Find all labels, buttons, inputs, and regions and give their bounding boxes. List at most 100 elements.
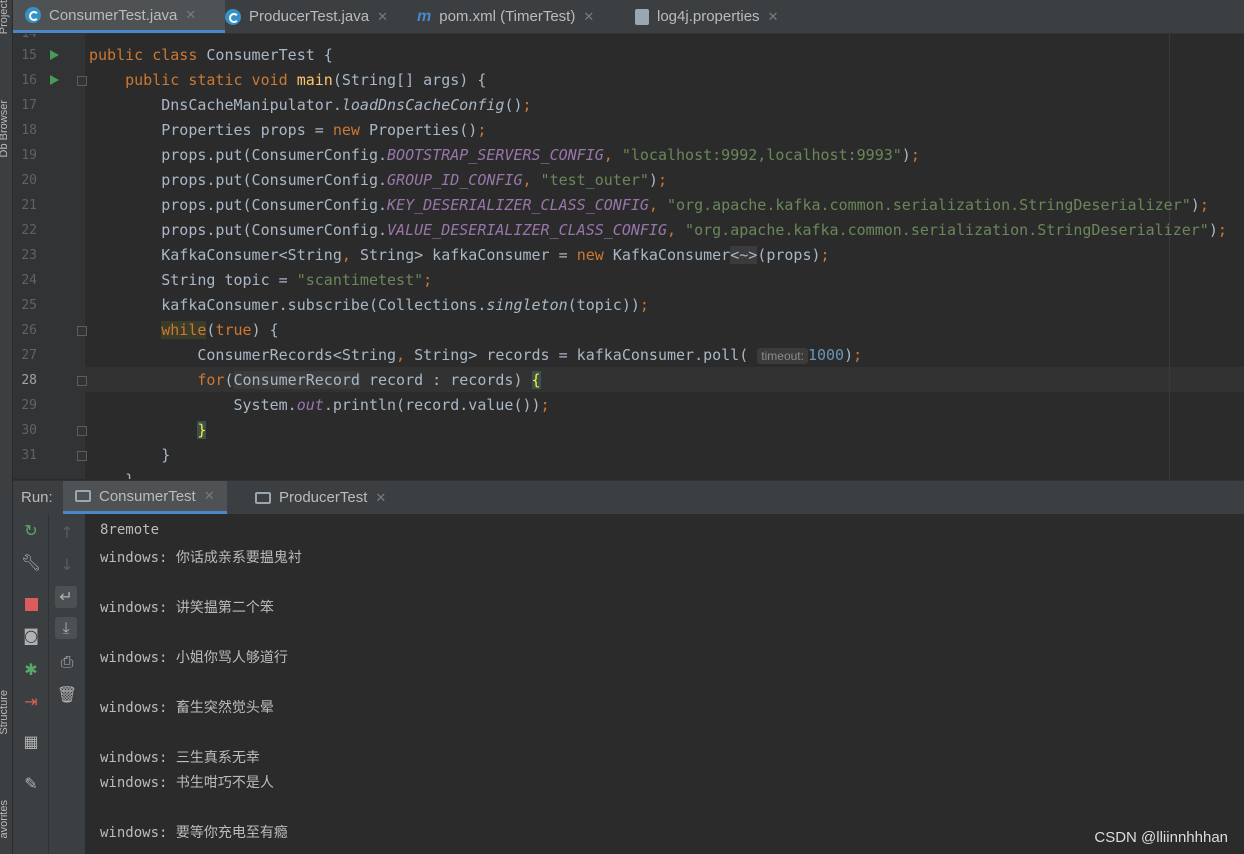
- code-line: props.put(ConsumerConfig.KEY_DESERIALIZE…: [89, 196, 1209, 214]
- scroll-to-end-icon[interactable]: ⤓: [55, 617, 77, 639]
- tab-label: ConsumerTest.java: [49, 6, 178, 24]
- right-margin-guide: [1169, 34, 1170, 479]
- trash-icon[interactable]: 🗑︎: [56, 684, 78, 706]
- console-line: windows: 书生咁巧不是人: [100, 775, 274, 791]
- tab-producertest[interactable]: ProducerTest.java ✕: [225, 0, 388, 33]
- wrench-icon[interactable]: 🔧︎: [20, 552, 42, 574]
- line-number: 27: [21, 348, 37, 363]
- close-icon[interactable]: ✕: [204, 488, 215, 504]
- line-number: 19: [21, 148, 37, 163]
- code-line: DnsCacheManipulator.loadDnsCacheConfig()…: [89, 96, 532, 114]
- close-icon[interactable]: ✕: [583, 9, 594, 25]
- close-icon[interactable]: ✕: [768, 9, 779, 25]
- run-tab-producertest[interactable]: ProducerTest ✕: [255, 481, 386, 514]
- line-number: 14: [13, 34, 37, 41]
- line-number: 30: [21, 423, 37, 438]
- line-number: 20: [21, 173, 37, 188]
- fold-icon[interactable]: [77, 376, 87, 386]
- console-line: windows: 讲笑揾第二个笨: [100, 600, 274, 616]
- line-number: 25: [21, 298, 37, 313]
- code-line: kafkaConsumer.subscribe(Collections.sing…: [89, 296, 649, 314]
- line-number: 15: [21, 48, 37, 63]
- console-line: windows: 要等你充电至有瘾: [100, 825, 288, 841]
- favorites-tool-window-button[interactable]: avorites: [0, 800, 12, 839]
- run-class-icon[interactable]: [50, 50, 59, 60]
- code-line: for(ConsumerRecord record : records) {: [197, 371, 541, 389]
- run-panel-title: Run:: [21, 489, 53, 506]
- soft-wrap-icon[interactable]: ↵: [55, 586, 77, 608]
- line-number: 31: [21, 448, 37, 463]
- run-toolbar-primary: ↻ 🔧︎ ◙ ✱ ⇥ ▦ ✎: [13, 514, 49, 854]
- console-line: windows: 三生真系无幸: [100, 750, 260, 766]
- java-class-icon: [25, 7, 41, 23]
- code-line: }: [89, 446, 171, 464]
- rerun-icon[interactable]: ↻: [20, 520, 42, 542]
- maven-icon: m: [417, 7, 432, 25]
- layout-icon[interactable]: ▦: [20, 731, 42, 753]
- fold-icon[interactable]: [77, 426, 87, 436]
- code-line: }: [89, 468, 134, 479]
- code-line: String topic = "scantimetest";: [89, 271, 433, 289]
- close-icon[interactable]: ✕: [375, 490, 386, 506]
- close-icon[interactable]: ✕: [377, 9, 388, 25]
- fold-icon[interactable]: [77, 451, 87, 461]
- tab-pom-xml[interactable]: m pom.xml (TimerTest) ✕: [417, 0, 594, 33]
- tab-consumertest[interactable]: ConsumerTest.java ✕: [13, 0, 225, 33]
- code-editor[interactable]: 14 15 16 17 18 19 20 21 22 23 24 25 26 2…: [13, 34, 1244, 479]
- stop-icon[interactable]: [20, 593, 42, 615]
- line-number: 23: [21, 248, 37, 263]
- tab-label: pom.xml (TimerTest): [439, 8, 576, 25]
- camera-icon[interactable]: ◙: [20, 625, 42, 647]
- run-toolbar-secondary: ↑ ↓ ↵ ⤓ ⎙ 🗑︎: [49, 514, 85, 854]
- structure-tool-window-button[interactable]: Structure: [0, 690, 12, 735]
- code-line: props.put(ConsumerConfig.GROUP_ID_CONFIG…: [89, 171, 667, 189]
- console-line: windows: 小姐你骂人够道行: [100, 650, 288, 666]
- db-browser-tool-window-button[interactable]: Db Browser: [0, 100, 12, 157]
- line-number-current: 28: [21, 373, 37, 388]
- code-line: props.put(ConsumerConfig.BOOTSTRAP_SERVE…: [89, 146, 920, 164]
- run-tab-consumertest[interactable]: ConsumerTest ✕: [63, 481, 227, 514]
- line-number: 22: [21, 223, 37, 238]
- code-line: props.put(ConsumerConfig.VALUE_DESERIALI…: [89, 221, 1227, 239]
- run-panel-header: Run: ConsumerTest ✕ ProducerTest ✕: [13, 480, 1244, 515]
- parameter-hint: timeout:: [757, 348, 808, 364]
- print-icon[interactable]: ⎙: [56, 651, 78, 673]
- line-number: 26: [21, 323, 37, 338]
- code-line: System.out.println(record.value());: [89, 396, 550, 414]
- debug-bug-icon[interactable]: ✱: [20, 659, 42, 681]
- run-main-icon[interactable]: [50, 75, 59, 85]
- watermark: CSDN @lliinnhhhan: [1094, 829, 1228, 846]
- properties-file-icon: [635, 8, 649, 25]
- fold-icon[interactable]: [77, 76, 87, 86]
- fold-icon[interactable]: [77, 326, 87, 336]
- console-output[interactable]: 8remote windows: 你话成亲系要揾鬼衬 windows: 讲笑揾第…: [86, 514, 1244, 854]
- run-tab-label: ProducerTest: [279, 489, 368, 506]
- code-line: ConsumerRecords<String, String> records …: [89, 346, 863, 364]
- tab-label: ProducerTest.java: [249, 8, 370, 25]
- code-line: public class ConsumerTest {: [89, 46, 333, 64]
- left-tool-strip: Project Db Browser Structure avorites: [0, 0, 13, 854]
- line-number: 24: [21, 273, 37, 288]
- run-tab-label: ConsumerTest: [99, 487, 196, 505]
- pin-icon[interactable]: ✎: [20, 773, 42, 795]
- code-line: }: [197, 421, 207, 439]
- editor-tab-bar: ConsumerTest.java ✕ ProducerTest.java ✕ …: [13, 0, 1244, 34]
- line-number: 16: [21, 73, 37, 88]
- console-line: windows: 畜生突然觉头晕: [100, 700, 274, 716]
- tab-log4j-properties[interactable]: log4j.properties ✕: [635, 0, 778, 33]
- exit-icon[interactable]: ⇥: [20, 691, 42, 713]
- tab-label: log4j.properties: [657, 8, 760, 25]
- line-number: 18: [21, 123, 37, 138]
- up-arrow-icon[interactable]: ↑: [56, 522, 78, 544]
- line-number: 21: [21, 198, 37, 213]
- console-icon: [75, 490, 91, 502]
- line-number: 17: [21, 98, 37, 113]
- project-tool-window-button[interactable]: Project: [0, 0, 12, 34]
- editor-gutter: 14 15 16 17 18 19 20 21 22 23 24 25 26 2…: [13, 34, 87, 479]
- down-arrow-icon[interactable]: ↓: [56, 554, 78, 576]
- code-line: KafkaConsumer<String, String> kafkaConsu…: [89, 246, 830, 264]
- code-line: public static void main(String[] args) {: [125, 71, 487, 89]
- console-icon: [255, 491, 271, 504]
- line-number: 29: [21, 398, 37, 413]
- close-icon[interactable]: ✕: [185, 7, 196, 23]
